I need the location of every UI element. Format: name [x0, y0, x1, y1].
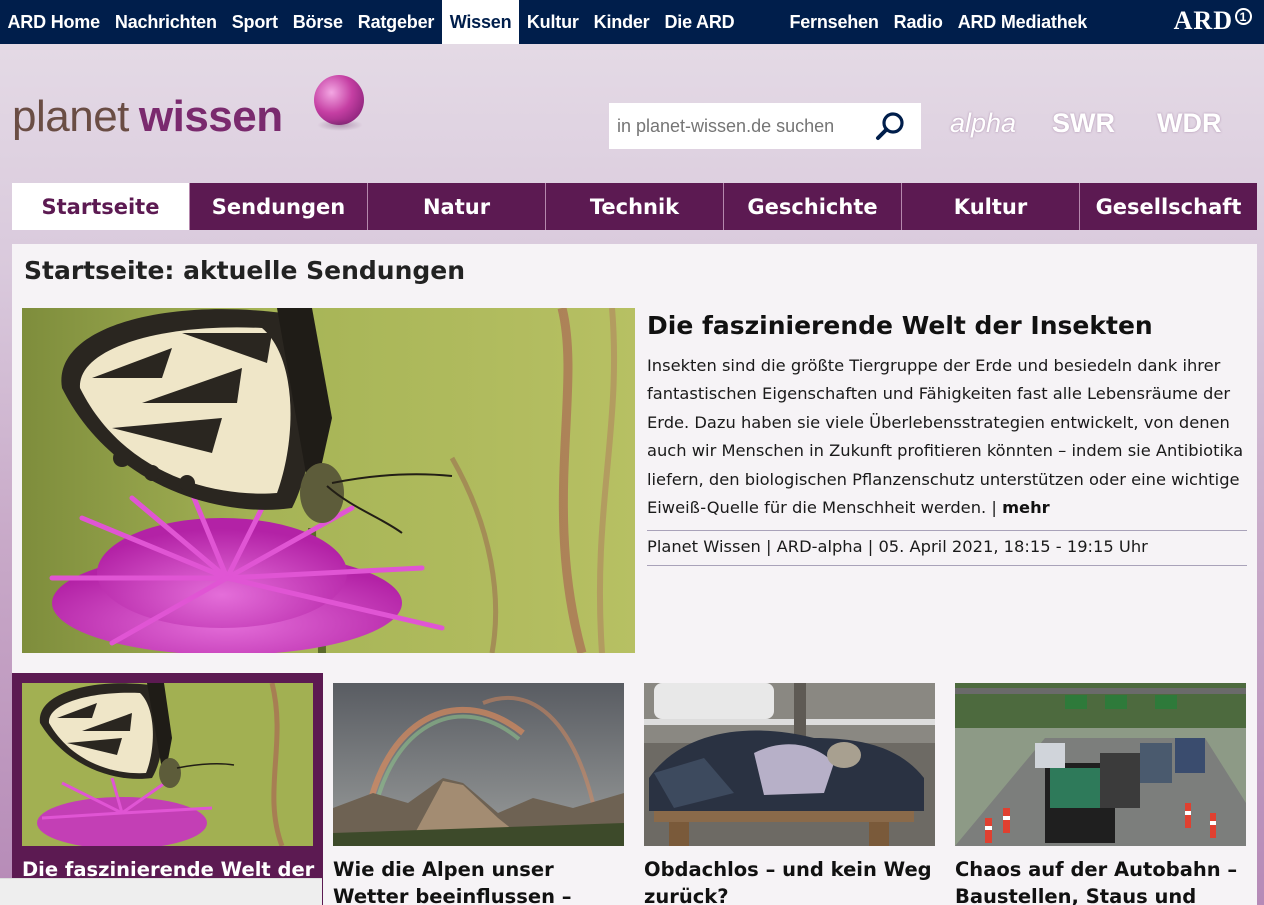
teaser-insekten[interactable]: Die faszinierende Welt der Insekten — [12, 673, 323, 905]
hero-description: Insekten sind die größte Tiergruppe der … — [647, 352, 1247, 522]
tab-kultur[interactable]: Kultur — [901, 183, 1079, 230]
ard-nav-nachrichten[interactable]: Nachrichten — [107, 0, 224, 44]
teaser-obdachlos-image[interactable] — [644, 683, 935, 846]
teaser-alpen[interactable]: Wie die Alpen unser Wetter beeinflussen … — [323, 673, 634, 905]
tab-gesellschaft[interactable]: Gesellschaft — [1079, 183, 1257, 230]
tab-technik[interactable]: Technik — [545, 183, 723, 230]
wdr-logo[interactable]: WDR — [1157, 108, 1221, 139]
hero-article: Die faszinierende Welt der Insekten Inse… — [647, 308, 1247, 567]
tab-geschichte[interactable]: Geschichte — [723, 183, 901, 230]
alpha-logo[interactable]: alpha — [950, 108, 1016, 139]
ard-nav-die-ard[interactable]: Die ARD — [657, 0, 742, 44]
main-nav: Startseite Sendungen Natur Technik Gesch… — [12, 183, 1257, 230]
content-area: Startseite: aktuelle Sendungen Die faszi… — [12, 244, 1257, 905]
broadcast-info: Planet Wissen | ARD-alpha | 05. April 20… — [647, 530, 1247, 567]
brand-part-wissen: wissen — [138, 92, 283, 141]
tab-natur[interactable]: Natur — [367, 183, 545, 230]
ard-one-icon: 1 — [1235, 8, 1252, 25]
bottom-overlay-strip — [0, 878, 322, 905]
ard-nav-fernsehen[interactable]: Fernsehen — [782, 0, 886, 44]
brand-part-planet: planet — [12, 92, 129, 141]
search-box — [609, 103, 921, 149]
ard-logo[interactable]: ARD 1 — [1174, 6, 1252, 36]
tab-sendungen[interactable]: Sendungen — [189, 183, 367, 230]
ard-nav-boerse[interactable]: Börse — [285, 0, 350, 44]
teaser-alpen-image[interactable] — [333, 683, 624, 846]
ard-nav-sport[interactable]: Sport — [224, 0, 285, 44]
hero-title[interactable]: Die faszinierende Welt der Insekten — [647, 308, 1247, 344]
ard-top-bar: ARD Home Nachrichten Sport Börse Ratgebe… — [0, 0, 1264, 44]
section-title: Startseite: aktuelle Sendungen — [24, 256, 466, 285]
search-input[interactable] — [609, 104, 869, 148]
search-icon[interactable] — [875, 110, 907, 142]
planet-wissen-logo[interactable]: planet wissen — [12, 92, 283, 142]
teaser-insekten-image[interactable] — [22, 683, 313, 846]
teaser-row: Die faszinierende Welt der Insekten Wie … — [12, 673, 1257, 905]
ard-nav-kinder[interactable]: Kinder — [586, 0, 657, 44]
ard-nav-wissen[interactable]: Wissen — [441, 0, 520, 44]
hero-text: Insekten sind die größte Tiergruppe der … — [647, 356, 1244, 518]
swr-logo[interactable]: SWR — [1052, 108, 1115, 139]
ard-nav-home[interactable]: ARD Home — [0, 0, 107, 44]
ard-nav-radio[interactable]: Radio — [886, 0, 950, 44]
tab-startseite[interactable]: Startseite — [12, 183, 189, 230]
hero-image[interactable] — [22, 308, 635, 653]
teaser-obdachlos[interactable]: Obdachlos – und kein Weg zurück? — [634, 673, 945, 905]
teaser-autobahn-title[interactable]: Chaos auf der Autobahn – Baustellen, Sta… — [955, 856, 1250, 905]
ard-nav-mediathek[interactable]: ARD Mediathek — [950, 0, 1094, 44]
teaser-obdachlos-title[interactable]: Obdachlos – und kein Weg zurück? — [644, 856, 939, 905]
teaser-autobahn[interactable]: Chaos auf der Autobahn – Baustellen, Sta… — [945, 673, 1256, 905]
ard-nav-ratgeber[interactable]: Ratgeber — [350, 0, 441, 44]
teaser-autobahn-image[interactable] — [955, 683, 1246, 846]
ard-nav-spacer — [742, 0, 782, 44]
ard-nav-kultur[interactable]: Kultur — [519, 0, 586, 44]
teaser-alpen-title[interactable]: Wie die Alpen unser Wetter beeinflussen … — [333, 856, 628, 905]
more-link[interactable]: mehr — [1002, 498, 1050, 517]
hero-separator: | — [991, 498, 997, 518]
globe-icon — [314, 75, 364, 131]
ard-logo-text: ARD — [1173, 6, 1233, 35]
